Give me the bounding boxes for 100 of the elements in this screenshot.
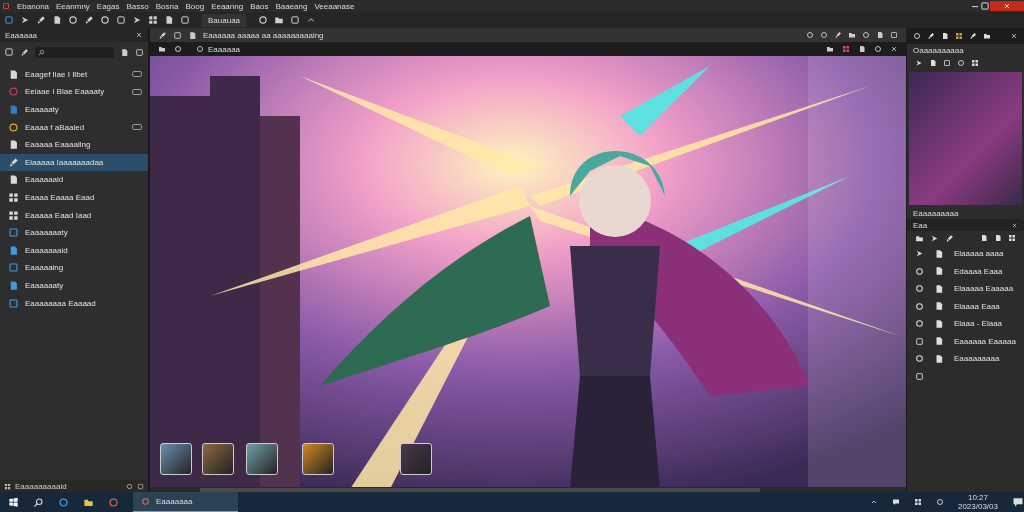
doc-icon: [934, 248, 944, 259]
square-icon: [8, 297, 19, 309]
menu-item[interactable]: Bosna: [155, 1, 179, 11]
doc-icon: [8, 68, 19, 80]
brush-icon[interactable]: [36, 15, 46, 25]
list-item[interactable]: Eiaaaaa Iaaaaaaadaa: [0, 153, 148, 171]
square-icon[interactable]: [290, 15, 301, 25]
circle-icon[interactable]: [68, 15, 78, 25]
doc-icon: [934, 353, 944, 364]
close-button[interactable]: [990, 1, 1024, 11]
app-logo-icon: [2, 2, 10, 10]
clock-date: 2023/03/03: [957, 502, 998, 511]
list-item[interactable]: Eaaaaaa Eaaaaa: [907, 332, 1024, 350]
doc-icon[interactable]: [52, 15, 62, 25]
square-icon: [8, 262, 19, 274]
list-item[interactable]: Eaagef Ilae I Ilbet: [0, 66, 148, 83]
menu-item[interactable]: Baos: [250, 1, 269, 11]
grid-icon: [913, 498, 922, 506]
circle-icon: [915, 284, 924, 294]
square-icon: [173, 30, 182, 40]
menu-item[interactable]: Ebanona: [17, 1, 50, 11]
folder-icon: [983, 32, 991, 40]
layer-thumbnail[interactable]: [246, 443, 278, 475]
grid-icon: [1008, 234, 1016, 242]
square-icon[interactable]: [180, 15, 190, 25]
list-item[interactable]: Elaaaaa Eaaaaa: [907, 280, 1024, 298]
list-item[interactable]: Eaaaaaaaa Eaaaad: [0, 294, 148, 312]
doc-icon: [8, 139, 19, 151]
circle-icon: [8, 121, 19, 133]
grid-icon: [4, 482, 11, 490]
badge-icon: [132, 122, 142, 133]
grid-icon: [842, 45, 850, 53]
layer-thumbnail[interactable]: [202, 443, 234, 475]
menu-item[interactable]: Veeaanase: [314, 1, 355, 11]
doc-icon: [8, 279, 19, 291]
document-tab[interactable]: Eaaaaaa: [190, 44, 247, 54]
circle-icon: [8, 86, 19, 98]
brush-icon[interactable]: [84, 15, 94, 25]
circle-icon: [915, 354, 924, 364]
folder-icon[interactable]: [274, 15, 285, 25]
doc-icon: [929, 59, 937, 67]
square-icon[interactable]: [116, 15, 126, 25]
scrollbar-thumb[interactable]: [200, 487, 760, 492]
list-item[interactable]: Eaaaaa Eaad Iaad: [0, 206, 148, 224]
close-icon: [1010, 32, 1018, 40]
close-icon: [1003, 2, 1011, 10]
list-item[interactable]: Eaaaaaaty: [0, 277, 148, 294]
badge-icon: [132, 69, 142, 80]
doc-icon: [8, 244, 19, 256]
doc-icon: [934, 336, 944, 347]
grid-icon[interactable]: [148, 15, 158, 25]
brush-icon: [834, 31, 842, 39]
list-item[interactable]: Eaaaaaing: [0, 259, 148, 277]
list-item[interactable]: Eaaaaaaid: [0, 171, 148, 189]
tool-label[interactable]: Bauauaa: [202, 13, 247, 27]
doc-icon: [941, 32, 949, 40]
square-icon[interactable]: [4, 15, 14, 25]
list-item[interactable]: Eaaaaaty: [0, 101, 148, 118]
arrow-icon[interactable]: [20, 15, 30, 25]
list-item[interactable]: Eaaaaaaaty: [0, 224, 148, 241]
doc-icon[interactable]: [164, 15, 174, 25]
circle-icon[interactable]: [100, 15, 110, 25]
list-item[interactable]: Elaaa - Elaaa: [907, 315, 1024, 333]
layer-thumbnail[interactable]: [400, 443, 432, 475]
layer-thumbnail[interactable]: [302, 443, 334, 475]
list-item[interactable]: Elaaaa Eaaa: [907, 297, 1024, 315]
folder-icon: [158, 45, 166, 53]
arrow-icon[interactable]: [132, 15, 142, 25]
circle-icon: [913, 32, 921, 40]
doc-icon: [120, 47, 129, 57]
grid-icon: [8, 191, 19, 203]
folder-icon: [848, 31, 856, 39]
list-item[interactable]: Eaaaa Eaaaa Eaad: [0, 189, 148, 206]
list-item[interactable]: Eaaaaaaaaa: [907, 350, 1024, 368]
folder-icon: [826, 45, 834, 53]
brush-icon: [927, 32, 935, 40]
menu-item[interactable]: Eeaanng: [211, 1, 244, 11]
square-icon: [8, 227, 19, 239]
menu-item[interactable]: Eagas: [96, 1, 120, 11]
doc-icon: [934, 301, 944, 312]
layer-thumbnail[interactable]: [160, 443, 192, 475]
list-item[interactable]: Edaaaa Eaaa: [907, 262, 1024, 280]
list-item[interactable]: Eaaaaa Eaaaailng: [0, 136, 148, 153]
list-item[interactable]: Elaaaaa aaaa: [907, 245, 1024, 263]
menu-item[interactable]: Basso: [126, 1, 149, 11]
list-item[interactable]: Eaaaaaaaid: [0, 241, 148, 259]
brush-icon: [20, 47, 29, 57]
maximize-icon: [980, 1, 990, 11]
menu-item[interactable]: Boog: [185, 1, 205, 11]
list-item[interactable]: Eeiaae I Blae Eaaaaty: [0, 83, 148, 101]
menu-item[interactable]: Baaeang: [275, 1, 308, 11]
menu-item[interactable]: Eeanmny: [56, 1, 90, 11]
circle-icon: [820, 31, 828, 39]
search-field[interactable]: [35, 46, 114, 58]
circle-icon[interactable]: [258, 15, 269, 25]
square-icon: [915, 336, 924, 346]
search-icon: [33, 496, 44, 508]
list-item[interactable]: Eaaaa f aBaaled: [0, 118, 148, 136]
taskbar-app-button[interactable]: Eaaaaaaa: [133, 492, 238, 512]
status-text: Eaaaaaaaaaid: [15, 481, 68, 491]
